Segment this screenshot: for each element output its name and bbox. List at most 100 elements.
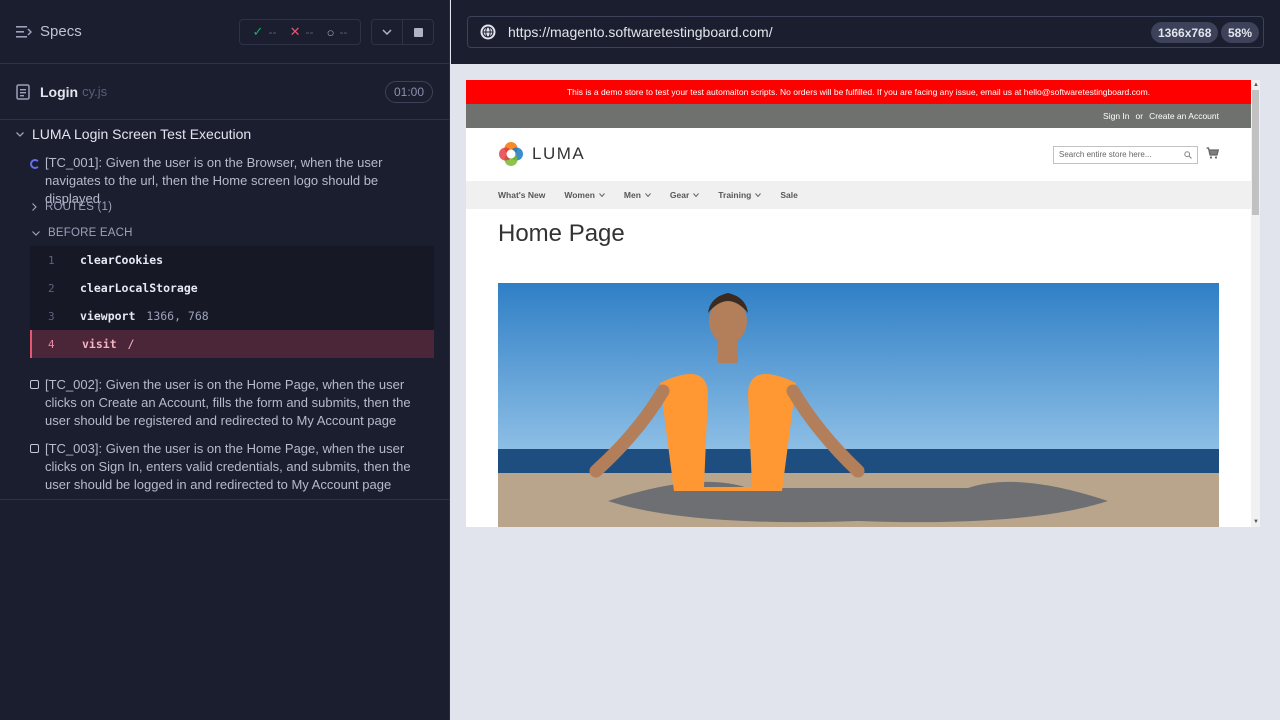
- test-status: [30, 159, 40, 169]
- run-controls: [371, 19, 434, 45]
- stop-icon: [413, 27, 423, 37]
- create-account-link[interactable]: Create an Account: [1149, 111, 1219, 121]
- hero-yoga-image[interactable]: [498, 283, 1219, 527]
- command-log: 1 clearCookies 2 clearLocalStorage 3 vie…: [30, 246, 434, 358]
- sign-in-link[interactable]: Sign In: [1103, 111, 1129, 121]
- pending-circle-icon: ○: [326, 24, 335, 40]
- store-nav: What's New Women Men Gear Training Sale: [466, 181, 1251, 209]
- test-title: [TC_003]: Given the user is on the Home …: [45, 441, 411, 492]
- routes-section[interactable]: ROUTES (1): [32, 201, 112, 213]
- luma-logo-icon: [499, 142, 523, 166]
- reporter-panel: Specs ✓ -- ✕ -- ○ -- Login cy.js 01:00 L…: [0, 0, 450, 720]
- luma-logo[interactable]: LUMA: [498, 141, 585, 167]
- chevron-down-icon: [599, 193, 605, 197]
- test-item[interactable]: [TC_001]: Given the user is on the Brows…: [30, 154, 417, 208]
- command-row[interactable]: 3 viewport 1366, 768: [30, 302, 434, 330]
- nav-women[interactable]: Women: [564, 190, 605, 200]
- before-each-section[interactable]: BEFORE EACH: [32, 227, 133, 239]
- passed-stat: ✓ --: [253, 24, 277, 40]
- divider: [0, 499, 450, 500]
- running-spinner-icon: [30, 159, 40, 169]
- url-text: https://magento.softwaretestingboard.com…: [508, 24, 773, 40]
- x-icon: ✕: [289, 24, 301, 39]
- globe-icon: [480, 24, 496, 40]
- chevron-down-icon: [16, 131, 24, 137]
- command-row[interactable]: 2 clearLocalStorage: [30, 274, 434, 302]
- scroll-down-icon[interactable]: ▼: [1253, 519, 1259, 525]
- test-title: [TC_002]: Given the user is on the Home …: [45, 377, 411, 428]
- command-number: 4: [48, 337, 55, 351]
- cart-icon[interactable]: [1206, 147, 1219, 159]
- viewport-badge[interactable]: 1366x768: [1151, 22, 1219, 43]
- nav-label: Training: [718, 190, 752, 200]
- passed-count: --: [268, 25, 277, 39]
- test-item[interactable]: [TC_002]: Given the user is on the Home …: [30, 376, 417, 430]
- nav-training[interactable]: Training: [718, 190, 762, 200]
- nav-label: Gear: [669, 190, 690, 200]
- spec-extension: cy.js: [82, 84, 108, 99]
- chevron-right-icon: [32, 203, 37, 211]
- command-row[interactable]: 1 clearCookies: [30, 246, 434, 274]
- scrollbar-thumb[interactable]: [1252, 90, 1259, 215]
- check-icon: ✓: [252, 24, 264, 39]
- nav-gear[interactable]: Gear: [669, 190, 700, 200]
- test-status: [30, 380, 39, 389]
- nav-sale[interactable]: Sale: [780, 190, 798, 200]
- stop-button[interactable]: [402, 20, 433, 44]
- test-title: [TC_001]: Given the user is on the Brows…: [45, 155, 383, 206]
- before-each-label: BEFORE EACH: [48, 227, 133, 239]
- toggle-auto-scroll-button[interactable]: [372, 20, 402, 44]
- store-header: LUMA Search entire store here...: [466, 128, 1251, 181]
- specs-label: Specs: [40, 23, 82, 40]
- scale-badge[interactable]: 58%: [1221, 22, 1260, 43]
- command-number: 1: [48, 253, 55, 267]
- aut-iframe: This is a demo store to test your test a…: [466, 80, 1260, 527]
- account-links: Sign In or Create an Account: [466, 104, 1251, 128]
- command-name: clearLocalStorage: [80, 281, 198, 295]
- pending-count: --: [339, 25, 348, 39]
- spec-header: Login cy.js 01:00: [0, 64, 449, 120]
- command-number: 2: [48, 281, 55, 295]
- or-text: or: [1135, 111, 1144, 121]
- scroll-up-icon[interactable]: ▲: [1253, 82, 1259, 88]
- runner-area: https://magento.softwaretestingboard.com…: [451, 0, 1280, 720]
- pending-stat: ○ --: [327, 25, 348, 40]
- document-icon: [16, 83, 30, 100]
- chevron-down-icon: [32, 230, 40, 236]
- failed-count: --: [305, 25, 314, 39]
- search-icon[interactable]: [1184, 151, 1192, 159]
- nav-whats-new[interactable]: What's New: [498, 190, 545, 200]
- test-item[interactable]: [TC_003]: Given the user is on the Home …: [30, 440, 417, 494]
- command-message: /: [127, 337, 135, 351]
- chevron-down-icon: [645, 193, 651, 197]
- failed-stat: ✕ --: [290, 24, 314, 40]
- routes-label: ROUTES (1): [45, 201, 113, 213]
- command-name: viewport: [80, 309, 136, 323]
- spec-name: Login: [40, 83, 79, 100]
- chevron-down-icon: [693, 193, 700, 197]
- nav-men[interactable]: Men: [624, 190, 651, 200]
- nav-label: What's New: [498, 190, 546, 200]
- aut-scrollbar[interactable]: ▲ ▼: [1251, 80, 1260, 527]
- reporter-header: Specs ✓ -- ✕ -- ○ --: [0, 0, 449, 64]
- test-status: [30, 444, 39, 453]
- promo-banner: This is a demo store to test your test a…: [466, 80, 1251, 104]
- command-name: clearCookies: [80, 253, 164, 267]
- command-message: 1366, 768: [146, 309, 209, 323]
- duration-badge: 01:00: [384, 81, 433, 103]
- command-number: 3: [48, 309, 55, 323]
- command-row-active[interactable]: 4 visit /: [30, 330, 434, 358]
- store-search-input[interactable]: Search entire store here...: [1053, 146, 1198, 164]
- stats-summary: ✓ -- ✕ -- ○ --: [239, 19, 361, 45]
- url-bar[interactable]: https://magento.softwaretestingboard.com…: [467, 16, 1264, 48]
- pending-square-icon: [30, 380, 39, 389]
- search-placeholder: Search entire store here...: [1059, 150, 1152, 159]
- nav-label: Women: [564, 190, 595, 200]
- command-name: visit: [82, 337, 117, 351]
- chevron-down-icon: [382, 29, 392, 35]
- specs-button[interactable]: Specs: [16, 23, 82, 40]
- nav-label: Sale: [780, 190, 798, 200]
- logo-text: LUMA: [532, 144, 586, 163]
- suite-label: LUMA Login Screen Test Execution: [32, 126, 252, 142]
- suite-title[interactable]: LUMA Login Screen Test Execution: [16, 126, 251, 142]
